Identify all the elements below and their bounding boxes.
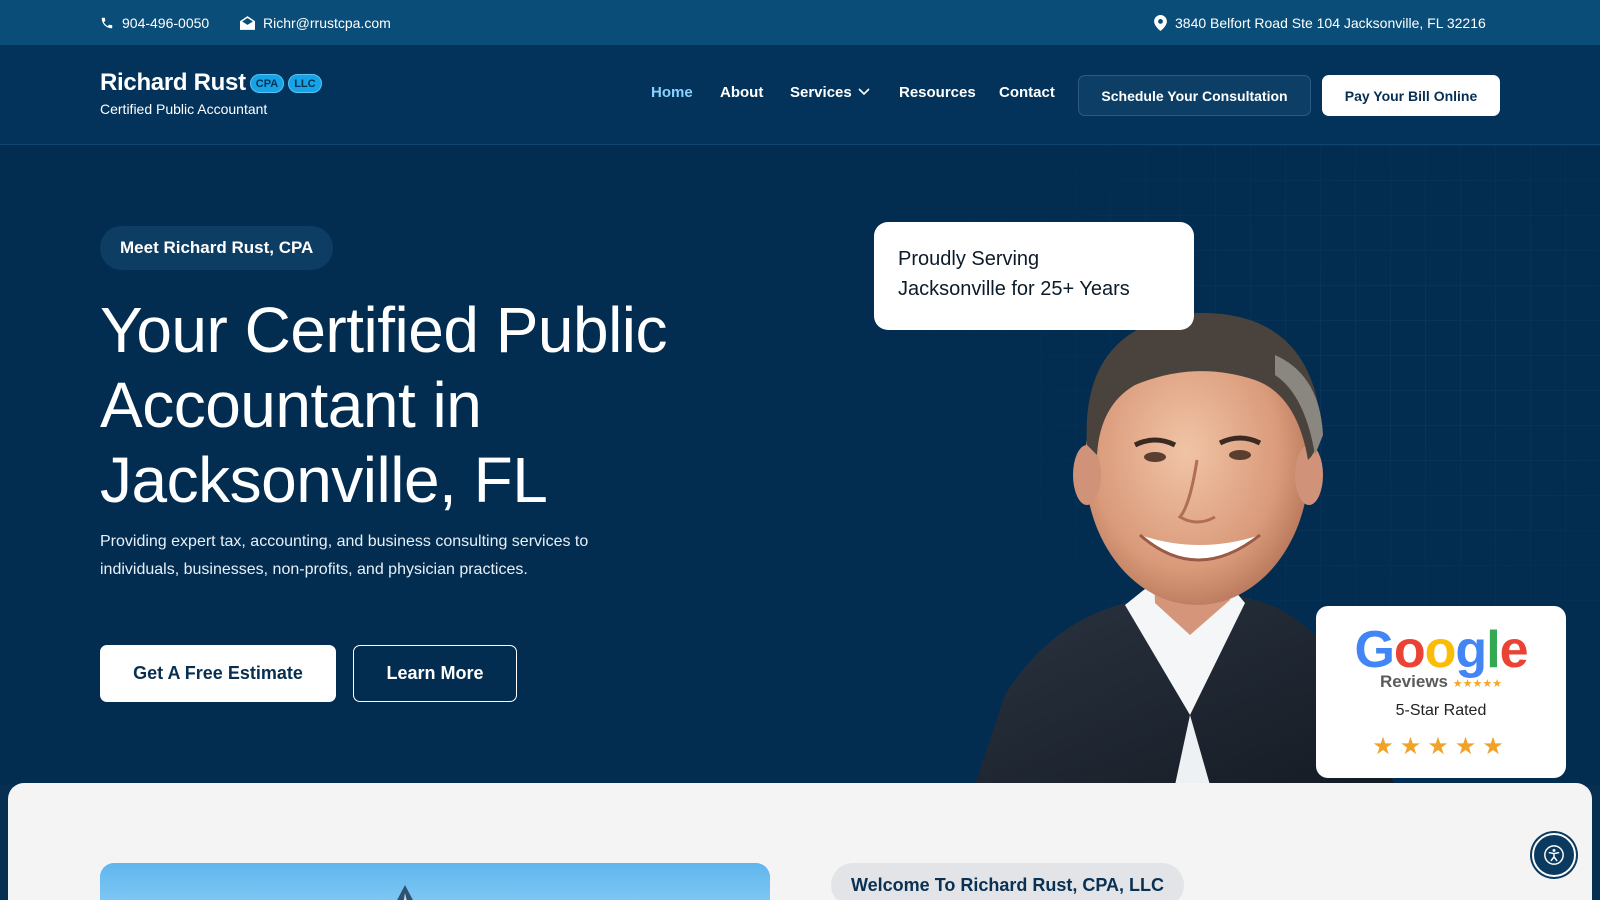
headline-line-3: Jacksonville, FL: [100, 444, 548, 516]
nav-home[interactable]: Home: [651, 45, 693, 139]
nav-contact[interactable]: Contact: [999, 45, 1055, 139]
brand-name: Richard Rust: [100, 69, 246, 96]
free-estimate-button[interactable]: Get A Free Estimate: [100, 645, 336, 702]
envelope-icon: [240, 15, 255, 30]
hero-eyebrow-pill: Meet Richard Rust, CPA: [100, 226, 334, 270]
google-reviews-card[interactable]: Google Reviews ★★★★★ 5-Star Rated ★★★★★: [1316, 606, 1566, 778]
nav-services-label: Services: [790, 83, 852, 101]
serving-line-2: Jacksonville for 25+ Years: [898, 278, 1130, 300]
hero-section: Meet Richard Rust, CPA Your Certified Pu…: [0, 145, 1600, 785]
brand-logo[interactable]: Richard Rust CPA LLC Certified Public Ac…: [100, 69, 322, 117]
phone-link[interactable]: 904-496-0050: [100, 0, 209, 45]
phone-number: 904-496-0050: [122, 14, 210, 31]
schedule-consultation-button[interactable]: Schedule Your Consultation: [1078, 75, 1311, 116]
hero-description: Providing expert tax, accounting, and bu…: [100, 533, 589, 578]
welcome-pill: Welcome To Richard Rust, CPA, LLC: [831, 863, 1185, 900]
serving-line-1: Proudly Serving: [898, 248, 1040, 270]
address-link[interactable]: 3840 Belfort Road Ste 104 Jacksonville, …: [1154, 0, 1486, 45]
google-reviews-label: Reviews ★★★★★: [1379, 672, 1503, 691]
star-icon: ★: [1454, 733, 1483, 760]
hero-headline: Your Certified Public Accountant in Jack…: [100, 293, 800, 518]
star-icon: ★: [1372, 733, 1400, 760]
welcome-section: Welcome To Richard Rust, CPA, LLC: [8, 783, 1592, 900]
phone-icon: [101, 17, 113, 28]
street-address: 3840 Belfort Road Ste 104 Jacksonville, …: [1175, 14, 1486, 31]
email-link[interactable]: Richr@rrustcpa.com: [240, 0, 391, 45]
office-building-photo: [100, 863, 770, 900]
accessibility-button[interactable]: [1532, 833, 1576, 877]
star-icon: ★: [1399, 733, 1428, 760]
nav-about[interactable]: About: [720, 45, 763, 139]
star-icon: ★: [1427, 733, 1455, 760]
llc-badge: LLC: [288, 73, 322, 93]
main-header: Richard Rust CPA LLC Certified Public Ac…: [0, 45, 1600, 145]
learn-more-button[interactable]: Learn More: [353, 645, 517, 702]
brand-tagline: Certified Public Accountant: [100, 101, 268, 117]
nav-resources[interactable]: Resources: [899, 45, 976, 139]
star-icon: ★: [1482, 733, 1510, 760]
headline-line-1: Your Certified Public: [100, 294, 668, 366]
star-rating: ★★★★★: [1316, 732, 1566, 761]
pay-bill-button[interactable]: Pay Your Bill Online: [1322, 75, 1500, 116]
cpa-badge: CPA: [249, 73, 285, 93]
google-logo: Google: [1354, 621, 1528, 679]
map-pin-icon: [1154, 14, 1167, 31]
mini-stars-icon: ★★★★★: [1452, 678, 1503, 690]
rating-label: 5-Star Rated: [1395, 702, 1487, 719]
top-contact-bar: 904-496-0050 Richr@rrustcpa.com 3840 Bel…: [0, 0, 1600, 45]
chevron-down-icon: [858, 88, 870, 96]
accessibility-icon: [1544, 845, 1564, 865]
building-illustration: [397, 885, 413, 900]
nav-services[interactable]: Services: [790, 45, 870, 139]
email-address: Richr@rrustcpa.com: [263, 14, 391, 31]
serving-card: Proudly Serving Jacksonville for 25+ Yea…: [874, 222, 1194, 330]
headline-line-2: Accountant in: [100, 369, 482, 441]
